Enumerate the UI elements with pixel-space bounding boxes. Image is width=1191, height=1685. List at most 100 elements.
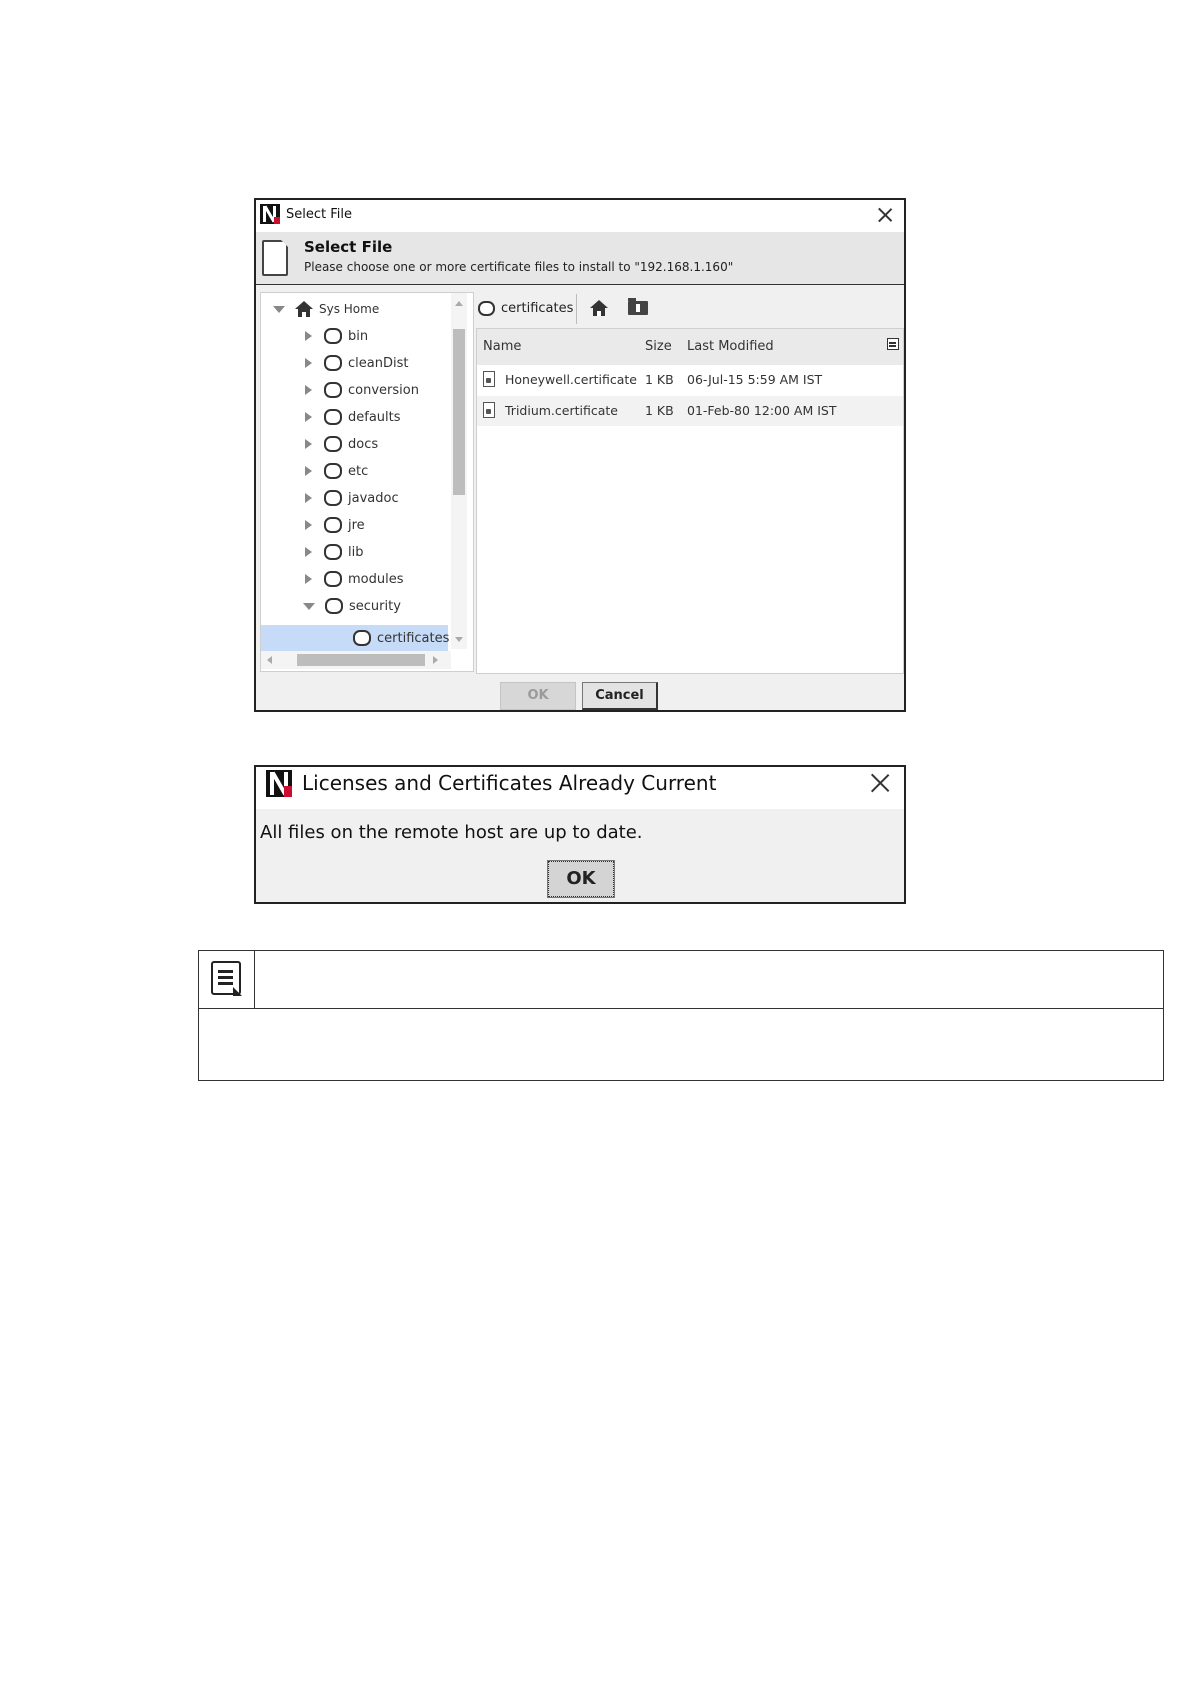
file-list-header: Name Size Last Modified — [477, 329, 903, 365]
column-chooser-icon[interactable] — [887, 338, 899, 350]
dialog-header: Select File Please choose one or more ce… — [256, 232, 904, 285]
column-header-modified[interactable]: Last Modified — [687, 339, 774, 354]
folder-icon — [325, 598, 343, 614]
collapsed-arrow-icon[interactable] — [305, 493, 312, 503]
tree-item-cleandist[interactable]: cleanDist — [305, 351, 408, 375]
certificate-file-icon — [483, 402, 495, 418]
scroll-thumb[interactable] — [453, 329, 465, 495]
folder-icon — [324, 409, 342, 425]
file-modified: 01-Feb-80 12:00 AM IST — [687, 403, 837, 418]
niagara-logo-icon — [260, 204, 280, 224]
folder-icon — [478, 300, 495, 316]
window-title: Licenses and Certificates Already Curren… — [302, 771, 717, 795]
column-header-size[interactable]: Size — [645, 339, 672, 354]
file-size: 1 KB — [645, 372, 674, 387]
cancel-button[interactable]: Cancel — [582, 682, 658, 710]
header-subtitle: Please choose one or more certificate fi… — [304, 260, 734, 274]
collapsed-arrow-icon[interactable] — [305, 466, 312, 476]
tree-item-conversion[interactable]: conversion — [305, 378, 419, 402]
tree-item-security[interactable]: security — [303, 594, 401, 618]
note-box — [198, 950, 1164, 1081]
tree-item-label: security — [349, 598, 401, 614]
ok-button[interactable]: OK — [547, 860, 615, 898]
collapsed-arrow-icon[interactable] — [305, 385, 312, 395]
scroll-left-icon[interactable] — [267, 656, 272, 664]
tree-item-label: bin — [348, 328, 369, 344]
folder-icon — [324, 463, 342, 479]
ok-button[interactable]: OK — [500, 682, 576, 710]
path-label: certificates — [501, 300, 574, 316]
certificate-file-icon — [483, 371, 495, 387]
tree-item-label: conversion — [348, 382, 419, 398]
licenses-dialog: Licenses and Certificates Already Curren… — [254, 765, 906, 904]
scroll-up-icon[interactable] — [455, 301, 463, 306]
tree-item-label: lib — [348, 544, 364, 560]
note-header — [199, 951, 1163, 1009]
separator — [576, 294, 577, 324]
tree-horizontal-scrollbar[interactable] — [261, 651, 451, 669]
tree-item-jre[interactable]: jre — [305, 513, 365, 537]
window-title: Select File — [286, 207, 352, 222]
file-size: 1 KB — [645, 403, 674, 418]
tree-item-label: Sys Home — [319, 302, 380, 316]
home-button[interactable] — [590, 300, 610, 318]
folder-icon — [324, 436, 342, 452]
file-icon — [262, 239, 289, 276]
file-name: Honeywell.certificate — [505, 372, 637, 387]
file-list: Name Size Last Modified Honeywell.certif… — [476, 328, 904, 674]
expanded-arrow-icon[interactable] — [303, 602, 315, 610]
collapsed-arrow-icon[interactable] — [305, 331, 312, 341]
niagara-logo-icon — [266, 770, 292, 797]
header-title: Select File — [304, 238, 393, 256]
folder-icon — [324, 382, 342, 398]
path-bar: certificates — [474, 292, 904, 326]
close-icon[interactable] — [876, 206, 894, 224]
tree-item-label: modules — [348, 571, 404, 587]
tree-item-label: javadoc — [348, 490, 399, 506]
tree-item-sys-home[interactable]: Sys Home — [273, 297, 379, 321]
folder-icon — [324, 571, 342, 587]
tree-item-modules[interactable]: modules — [305, 567, 404, 591]
tree-item-bin[interactable]: bin — [305, 324, 368, 348]
tree-item-label: certificates — [377, 630, 450, 646]
up-folder-icon[interactable] — [628, 298, 648, 315]
collapsed-arrow-icon[interactable] — [305, 412, 312, 422]
scroll-thumb[interactable] — [297, 654, 425, 666]
title-bar: Licenses and Certificates Already Curren… — [256, 767, 904, 809]
folder-icon — [353, 630, 371, 646]
tree-item-certificates[interactable]: certificates — [353, 626, 449, 650]
tree-item-label: jre — [348, 517, 365, 533]
tree-item-defaults[interactable]: defaults — [305, 405, 401, 429]
file-row[interactable]: Honeywell.certificate 1 KB 06-Jul-15 5:5… — [477, 365, 903, 395]
collapsed-arrow-icon[interactable] — [305, 520, 312, 530]
file-name: Tridium.certificate — [505, 403, 618, 418]
select-file-dialog: Select File Select File Please choose on… — [254, 198, 906, 712]
collapsed-arrow-icon[interactable] — [305, 358, 312, 368]
tree-vertical-scrollbar[interactable] — [451, 293, 467, 649]
collapsed-arrow-icon[interactable] — [305, 439, 312, 449]
folder-icon — [324, 355, 342, 371]
dialog-message: All files on the remote host are up to d… — [260, 822, 643, 843]
home-icon — [295, 301, 313, 317]
tree-item-label: etc — [348, 463, 369, 479]
close-icon[interactable] — [868, 771, 892, 795]
tree-item-docs[interactable]: docs — [305, 432, 378, 456]
file-row[interactable]: Tridium.certificate 1 KB 01-Feb-80 12:00… — [477, 396, 903, 426]
collapsed-arrow-icon[interactable] — [305, 574, 312, 584]
path-segment-certificates[interactable]: certificates — [478, 294, 573, 322]
tree-item-javadoc[interactable]: javadoc — [305, 486, 399, 510]
note-icon — [211, 961, 242, 996]
expanded-arrow-icon[interactable] — [273, 305, 285, 313]
title-bar: Select File — [256, 200, 904, 232]
tree-item-etc[interactable]: etc — [305, 459, 368, 483]
scroll-down-icon[interactable] — [455, 637, 463, 642]
tree-item-lib[interactable]: lib — [305, 540, 363, 564]
folder-icon — [324, 544, 342, 560]
folder-tree: Sys Home bin cleanDist conversion defaul… — [260, 292, 474, 672]
folder-icon — [324, 490, 342, 506]
tree-item-label: docs — [348, 436, 379, 452]
scroll-right-icon[interactable] — [433, 656, 438, 664]
column-header-name[interactable]: Name — [483, 339, 521, 354]
collapsed-arrow-icon[interactable] — [305, 547, 312, 557]
tree-item-label: cleanDist — [348, 355, 409, 371]
